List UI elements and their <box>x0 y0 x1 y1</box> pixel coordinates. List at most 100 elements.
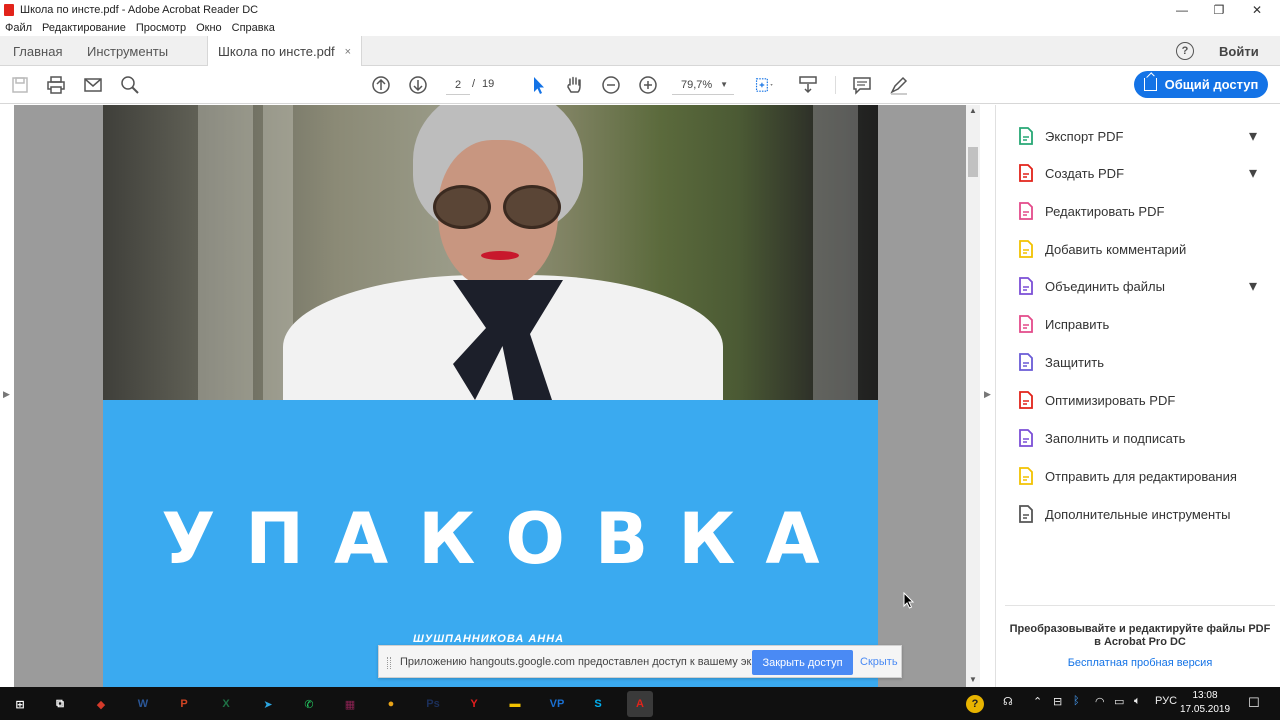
tool-item-label: Исправить <box>1045 316 1110 332</box>
select-cursor-icon[interactable] <box>527 74 549 96</box>
taskbar-yandex-icon[interactable]: Y <box>461 691 487 717</box>
help-icon[interactable]: ? <box>1176 42 1194 60</box>
taskbar-photoshop-icon[interactable]: Ps <box>420 691 446 717</box>
sign-pen-icon[interactable] <box>888 74 910 96</box>
taskbar-excel-icon[interactable]: X <box>213 691 239 717</box>
chevron-down-icon: ▼ <box>720 80 728 89</box>
windows-taskbar: ⊞ ⧉ ◆ W P X ➤ ✆ ▦ ● Ps Y ▬ VP S A ? ☊ ⌃ ⊟ ᛒ ◠ ▭ 🔈︎ РУС … <box>0 687 1280 720</box>
tray-wifi-icon[interactable]: ◠ <box>1095 695 1105 708</box>
tool-item-label: Объединить файлы <box>1045 278 1165 294</box>
chevron-down-icon[interactable]: ▾ <box>1249 126 1257 146</box>
fit-page-icon[interactable] <box>750 74 780 96</box>
tool-item[interactable]: Редактировать PDF <box>997 196 1280 226</box>
tray-bluetooth-icon[interactable]: ᛒ <box>1073 695 1080 707</box>
right-panel-toggle[interactable]: ▶ <box>980 105 996 687</box>
tab-tools[interactable]: Инструменты <box>87 36 168 66</box>
hide-notification-button[interactable]: Скрыть <box>860 656 898 668</box>
notifications-icon[interactable]: ☐ <box>1248 695 1260 711</box>
menu-help[interactable]: Справка <box>232 22 275 34</box>
comment-icon <box>1019 240 1033 258</box>
search-icon[interactable] <box>119 74 141 96</box>
vertical-scrollbar[interactable]: ▲ ▼ <box>966 105 980 687</box>
taskbar-chrome-icon[interactable]: ● <box>378 691 404 717</box>
close-window-button[interactable]: ✕ <box>1238 0 1276 20</box>
menu-view[interactable]: Просмотр <box>136 22 186 34</box>
share-button[interactable]: Общий доступ <box>1134 71 1268 98</box>
tray-battery-icon[interactable]: ▭ <box>1114 695 1124 708</box>
menu-file[interactable]: Файл <box>5 22 32 34</box>
menu-edit[interactable]: Редактирование <box>42 22 126 34</box>
menu-window[interactable]: Окно <box>196 22 222 34</box>
scrollbar-thumb[interactable] <box>968 147 978 177</box>
taskbar-skype-icon[interactable]: S <box>585 691 611 717</box>
comment-icon[interactable] <box>851 74 873 96</box>
hand-tool-icon[interactable] <box>563 74 585 96</box>
minimize-button[interactable]: — <box>1163 0 1201 20</box>
document-viewport[interactable]: ▶ УПАКОВКА ШУШПАННИКОВА АННА <box>0 105 966 687</box>
scroll-down-icon[interactable]: ▼ <box>969 675 977 684</box>
taskbar-explorer-icon[interactable]: ▬ <box>502 691 528 717</box>
language-indicator[interactable]: РУС <box>1155 695 1177 707</box>
fill-sign-icon <box>1019 429 1033 447</box>
taskbar-word-icon[interactable]: W <box>130 691 156 717</box>
mail-icon[interactable] <box>82 74 104 96</box>
taskbar-whatsapp-icon[interactable]: ✆ <box>296 691 322 717</box>
tool-item-label: Редактировать PDF <box>1045 203 1165 219</box>
protect-icon <box>1019 353 1033 371</box>
taskbar-task-view-icon[interactable]: ⧉ <box>47 691 73 717</box>
free-trial-link[interactable]: Бесплатная пробная версия <box>1007 657 1273 669</box>
cover-photo <box>103 105 878 435</box>
combine-files-icon <box>1019 277 1033 295</box>
maximize-button[interactable]: ❐ <box>1200 0 1238 20</box>
toolbar: 2 / 19 79,7% ▼ <box>0 66 1280 104</box>
save-icon[interactable] <box>9 74 31 96</box>
tool-item[interactable]: Объединить файлы ▾ <box>997 271 1280 301</box>
tool-item[interactable]: Экспорт PDF ▾ <box>997 121 1280 151</box>
tool-item[interactable]: Заполнить и подписать <box>997 423 1280 453</box>
stop-sharing-button[interactable]: Закрыть доступ <box>752 650 853 675</box>
taskbar-winrar-icon[interactable]: ▦ <box>337 691 363 717</box>
scroll-mode-icon[interactable] <box>797 74 819 96</box>
taskbar-powerpoint-icon[interactable]: P <box>171 691 197 717</box>
taskbar-acrobat-icon[interactable]: A <box>627 691 653 717</box>
tool-item-label: Защитить <box>1045 354 1104 370</box>
left-panel-toggle[interactable]: ▶ <box>0 105 14 687</box>
tray-chevron-up-icon[interactable]: ⌃ <box>1033 695 1042 708</box>
drag-handle-icon[interactable] <box>387 657 391 669</box>
chevron-down-icon[interactable]: ▾ <box>1249 163 1257 183</box>
current-page-input[interactable]: 2 <box>446 75 470 95</box>
tab-close-icon[interactable]: × <box>345 46 351 58</box>
taskbar-start-icon[interactable]: ⊞ <box>7 691 33 717</box>
taskbar-app-pdf-icon[interactable]: ◆ <box>88 691 114 717</box>
tool-item-label: Создать PDF <box>1045 165 1125 181</box>
taskbar-telegram-icon[interactable]: ➤ <box>255 691 281 717</box>
tray-people-icon[interactable]: ☊ <box>1003 695 1013 708</box>
zoom-in-icon[interactable] <box>637 74 659 96</box>
tool-item[interactable]: Защитить <box>997 347 1280 377</box>
taskbar-vp-icon[interactable]: VP <box>544 691 570 717</box>
tool-item[interactable]: Оптимизировать PDF <box>997 385 1280 415</box>
login-button[interactable]: Войти <box>1219 44 1259 59</box>
tab-document[interactable]: Школа по инсте.pdf × <box>207 36 363 67</box>
tray-help-icon[interactable]: ? <box>966 695 984 713</box>
tool-item[interactable]: Добавить комментарий <box>997 234 1280 264</box>
previous-page-icon[interactable] <box>370 74 392 96</box>
tab-home[interactable]: Главная <box>13 36 62 66</box>
zoom-out-icon[interactable] <box>600 74 622 96</box>
tool-item[interactable]: Исправить <box>997 309 1280 339</box>
chevron-down-icon[interactable]: ▾ <box>1249 276 1257 296</box>
clock[interactable]: 13:08 17.05.2019 <box>1180 689 1230 717</box>
zoom-select[interactable]: 79,7% ▼ <box>672 75 734 95</box>
tool-item[interactable]: Дополнительные инструменты <box>997 499 1280 529</box>
tool-item[interactable]: Отправить для редактирования <box>997 461 1280 491</box>
zoom-value: 79,7% <box>681 78 713 91</box>
tool-item[interactable]: Создать PDF ▾ <box>997 158 1280 188</box>
next-page-icon[interactable] <box>407 74 429 96</box>
tray-network-icon[interactable]: ⊟ <box>1053 695 1062 708</box>
tray-volume-icon[interactable]: 🔈︎ <box>1134 695 1141 708</box>
scroll-up-icon[interactable]: ▲ <box>969 106 977 115</box>
clock-date: 17.05.2019 <box>1180 704 1231 715</box>
print-icon[interactable] <box>45 74 67 96</box>
promo-text: Преобразовывайте и редактируйте файлы PD… <box>1009 623 1271 648</box>
pane-divider <box>1005 605 1275 606</box>
